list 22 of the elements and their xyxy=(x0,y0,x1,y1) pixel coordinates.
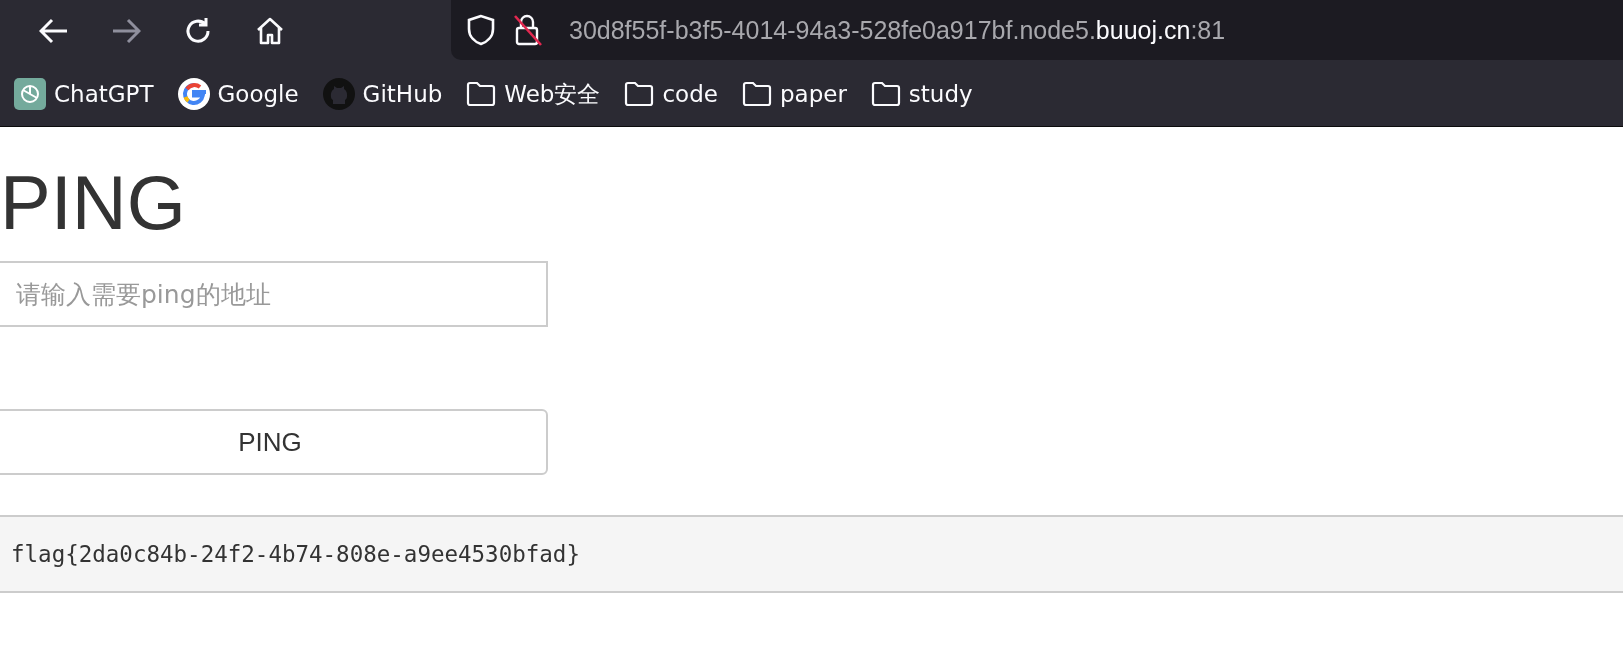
address-input-field[interactable]: 请输入需要ping的地址 xyxy=(0,261,548,327)
bookmark-item[interactable]: GitHub xyxy=(322,78,443,110)
bookmark-item[interactable]: Google xyxy=(177,78,299,110)
bookmark-item[interactable]: Web安全 xyxy=(466,78,601,110)
ping-button[interactable]: PING xyxy=(0,409,548,475)
bookmark-item[interactable]: code xyxy=(624,81,718,107)
url-text[interactable]: 30d8f55f-b3f5-4014-94a3-528fe0a917bf.node5.buuoj.cn:81 xyxy=(569,15,1226,45)
back-icon[interactable] xyxy=(39,18,69,44)
bookmark-item[interactable]: ChatGPT xyxy=(14,78,154,110)
page-heading: PING xyxy=(0,163,187,243)
folder-icon xyxy=(624,81,655,107)
folder-icon xyxy=(466,81,497,107)
address-bar[interactable]: 30d8f55f-b3f5-4014-94a3-528fe0a917bf.node5.buuoj.cn:81 xyxy=(451,0,1623,60)
home-icon[interactable] xyxy=(255,16,285,46)
folder-icon xyxy=(741,81,772,107)
bookmark-item[interactable]: paper xyxy=(741,81,847,107)
google-icon xyxy=(177,78,210,110)
folder-icon xyxy=(870,81,901,107)
bookmark-item[interactable]: study xyxy=(870,81,973,107)
shield-icon[interactable] xyxy=(467,14,495,46)
insecure-lock-icon[interactable] xyxy=(513,13,543,47)
output-text: flag{2da0c84b-24f2-4b74-808e-a9ee4530bfad} xyxy=(11,541,580,567)
